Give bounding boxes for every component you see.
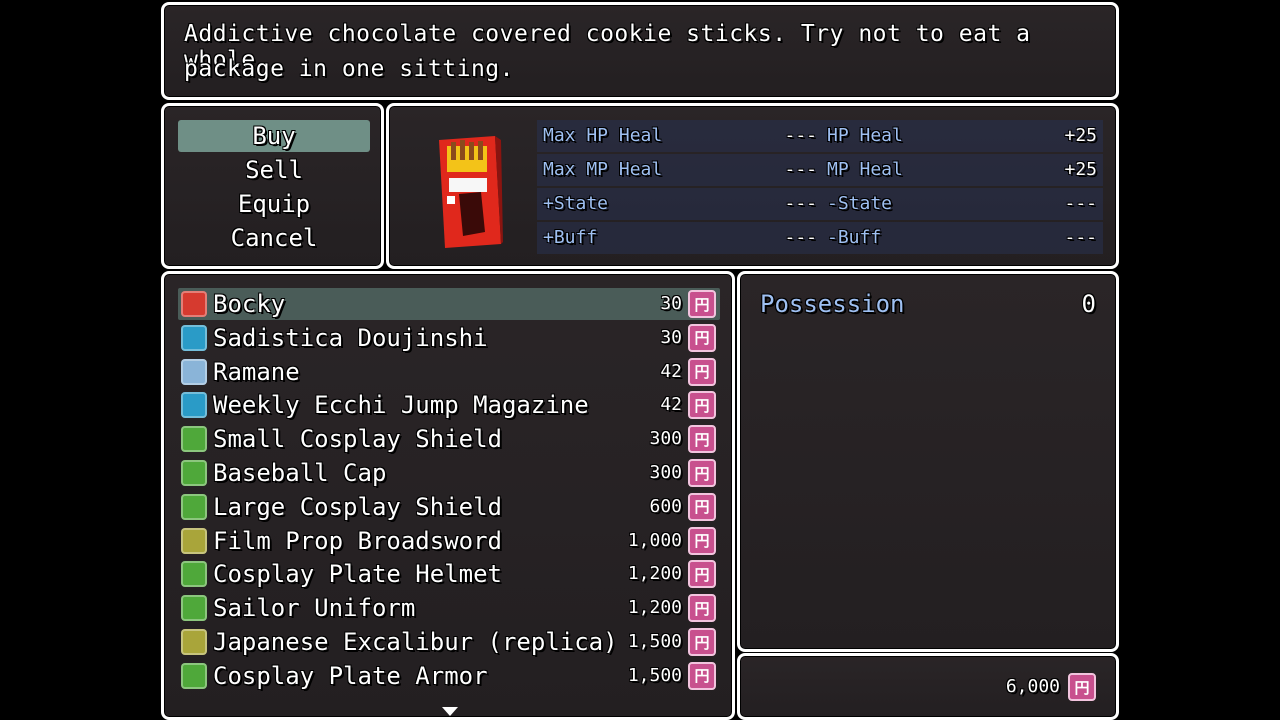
cancel-command[interactable]: Cancel bbox=[178, 222, 370, 254]
item-price: 300 bbox=[649, 462, 682, 483]
item-status-window: Max HP Heal --- HP Heal +25 Max MP Heal … bbox=[386, 103, 1119, 269]
armor-icon bbox=[181, 662, 207, 689]
sell-command[interactable]: Sell bbox=[178, 154, 370, 186]
hp-heal-label: HP Heal bbox=[827, 125, 903, 146]
hp-heal-value: +25 bbox=[1064, 125, 1097, 146]
list-item[interactable]: Weekly Ecchi Jump Magazine 42 bbox=[178, 389, 720, 421]
item-price: 1,000 bbox=[627, 529, 682, 551]
item-price: 30 bbox=[660, 293, 682, 314]
list-item[interactable]: Bocky 30 bbox=[178, 288, 720, 320]
yen-currency-icon bbox=[688, 323, 716, 352]
add-buff-label: +Buff bbox=[543, 227, 598, 248]
list-item[interactable]: Ramane 42 bbox=[178, 356, 720, 388]
item-price: 1,200 bbox=[627, 563, 682, 585]
command-window: Buy Sell Equip Cancel bbox=[161, 103, 384, 269]
status-row: Max MP Heal --- MP Heal +25 bbox=[537, 154, 1103, 186]
clothes-icon bbox=[181, 595, 207, 622]
helmet-icon bbox=[181, 561, 207, 588]
buy-list-window: Bocky30Sadistica Doujinshi30Ramane42Week… bbox=[161, 271, 735, 720]
status-row: +Buff --- -Buff --- bbox=[537, 222, 1103, 254]
list-item[interactable]: Large Cosplay Shield 600 bbox=[178, 491, 720, 523]
yen-currency-icon bbox=[688, 526, 716, 555]
yen-currency-icon bbox=[688, 357, 716, 386]
item-price: 42 bbox=[660, 394, 682, 416]
yen-currency-icon bbox=[688, 628, 716, 656]
sword-icon bbox=[181, 527, 207, 554]
list-item[interactable]: Sailor Uniform 1,200 bbox=[178, 592, 720, 624]
equip-command[interactable]: Equip bbox=[178, 188, 370, 220]
yen-currency-icon bbox=[1068, 673, 1096, 701]
yen-currency-icon bbox=[688, 425, 716, 454]
remove-state-value: --- bbox=[1064, 193, 1097, 214]
item-name: Small Cosplay Shield bbox=[213, 425, 502, 454]
item-price: 300 bbox=[649, 428, 682, 450]
item-name: Bocky bbox=[213, 290, 286, 318]
max-hp-heal-label: Max HP Heal bbox=[543, 125, 663, 146]
list-item[interactable]: Baseball Cap 300 bbox=[178, 457, 720, 489]
yen-currency-icon bbox=[688, 594, 716, 623]
list-item[interactable]: Sadistica Doujinshi 30 bbox=[178, 322, 720, 354]
scroll-down-arrow-icon[interactable] bbox=[442, 707, 458, 716]
item-name: Film Prop Broadsword bbox=[213, 526, 502, 555]
yen-currency-icon bbox=[688, 290, 716, 318]
item-name: Japanese Excalibur (replica) bbox=[213, 628, 618, 656]
possession-value: 0 bbox=[1081, 290, 1096, 318]
list-item[interactable]: Film Prop Broadsword 1,000 bbox=[178, 525, 720, 557]
gold-window: 6,000 bbox=[737, 653, 1119, 720]
list-item[interactable]: Japanese Excalibur (replica) 1,500 bbox=[178, 626, 720, 658]
item-name: Baseball Cap bbox=[213, 459, 387, 487]
snack-box-icon bbox=[439, 136, 503, 248]
list-item[interactable]: Cosplay Plate Armor 1,500 bbox=[178, 660, 720, 692]
item-price: 42 bbox=[660, 360, 682, 382]
max-mp-heal-value: --- bbox=[784, 159, 817, 180]
add-buff-value: --- bbox=[784, 227, 817, 248]
item-name: Weekly Ecchi Jump Magazine bbox=[213, 391, 589, 420]
bottle-icon bbox=[181, 358, 207, 385]
item-price: 1,500 bbox=[627, 631, 682, 652]
item-name: Large Cosplay Shield bbox=[213, 492, 502, 521]
status-row: Max HP Heal --- HP Heal +25 bbox=[537, 120, 1103, 152]
yen-currency-icon bbox=[688, 560, 716, 589]
remove-buff-label: -Buff bbox=[827, 227, 882, 248]
gold-amount: 6,000 bbox=[1005, 676, 1060, 697]
max-mp-heal-label: Max MP Heal bbox=[543, 159, 663, 180]
item-price: 30 bbox=[660, 326, 682, 348]
status-row: +State --- -State --- bbox=[537, 188, 1103, 220]
book-icon bbox=[181, 324, 207, 351]
list-item[interactable]: Small Cosplay Shield 300 bbox=[178, 423, 720, 455]
help-window: Addictive chocolate covered cookie stick… bbox=[161, 2, 1119, 100]
list-item[interactable]: Cosplay Plate Helmet 1,200 bbox=[178, 558, 720, 590]
hat-icon bbox=[181, 460, 207, 486]
remove-buff-value: --- bbox=[1064, 227, 1097, 248]
possession-window: Possession 0 bbox=[737, 271, 1119, 652]
item-name: Cosplay Plate Helmet bbox=[213, 560, 502, 589]
shield-icon bbox=[181, 426, 207, 453]
sword-icon bbox=[181, 629, 207, 655]
help-text-line-2: package in one sitting. bbox=[184, 56, 514, 82]
item-name: Sailor Uniform bbox=[213, 594, 416, 623]
shield-icon bbox=[181, 493, 207, 520]
item-price: 600 bbox=[649, 495, 682, 517]
yen-currency-icon bbox=[688, 391, 716, 420]
mp-heal-value: +25 bbox=[1064, 159, 1097, 180]
possession-label: Possession bbox=[760, 290, 905, 318]
book-icon bbox=[181, 392, 207, 419]
item-name: Sadistica Doujinshi bbox=[213, 323, 488, 352]
item-name: Cosplay Plate Armor bbox=[213, 661, 488, 690]
remove-state-label: -State bbox=[827, 193, 893, 214]
item-name: Ramane bbox=[213, 357, 300, 386]
yen-currency-icon bbox=[688, 661, 716, 690]
yen-currency-icon bbox=[688, 459, 716, 487]
item-price: 1,200 bbox=[627, 597, 682, 619]
max-hp-heal-value: --- bbox=[784, 125, 817, 146]
mp-heal-label: MP Heal bbox=[827, 159, 903, 180]
snack-box-icon bbox=[181, 291, 207, 317]
yen-currency-icon bbox=[688, 492, 716, 521]
buy-command[interactable]: Buy bbox=[178, 120, 370, 152]
add-state-label: +State bbox=[543, 193, 609, 214]
item-price: 1,500 bbox=[627, 664, 682, 686]
add-state-value: --- bbox=[784, 193, 817, 214]
